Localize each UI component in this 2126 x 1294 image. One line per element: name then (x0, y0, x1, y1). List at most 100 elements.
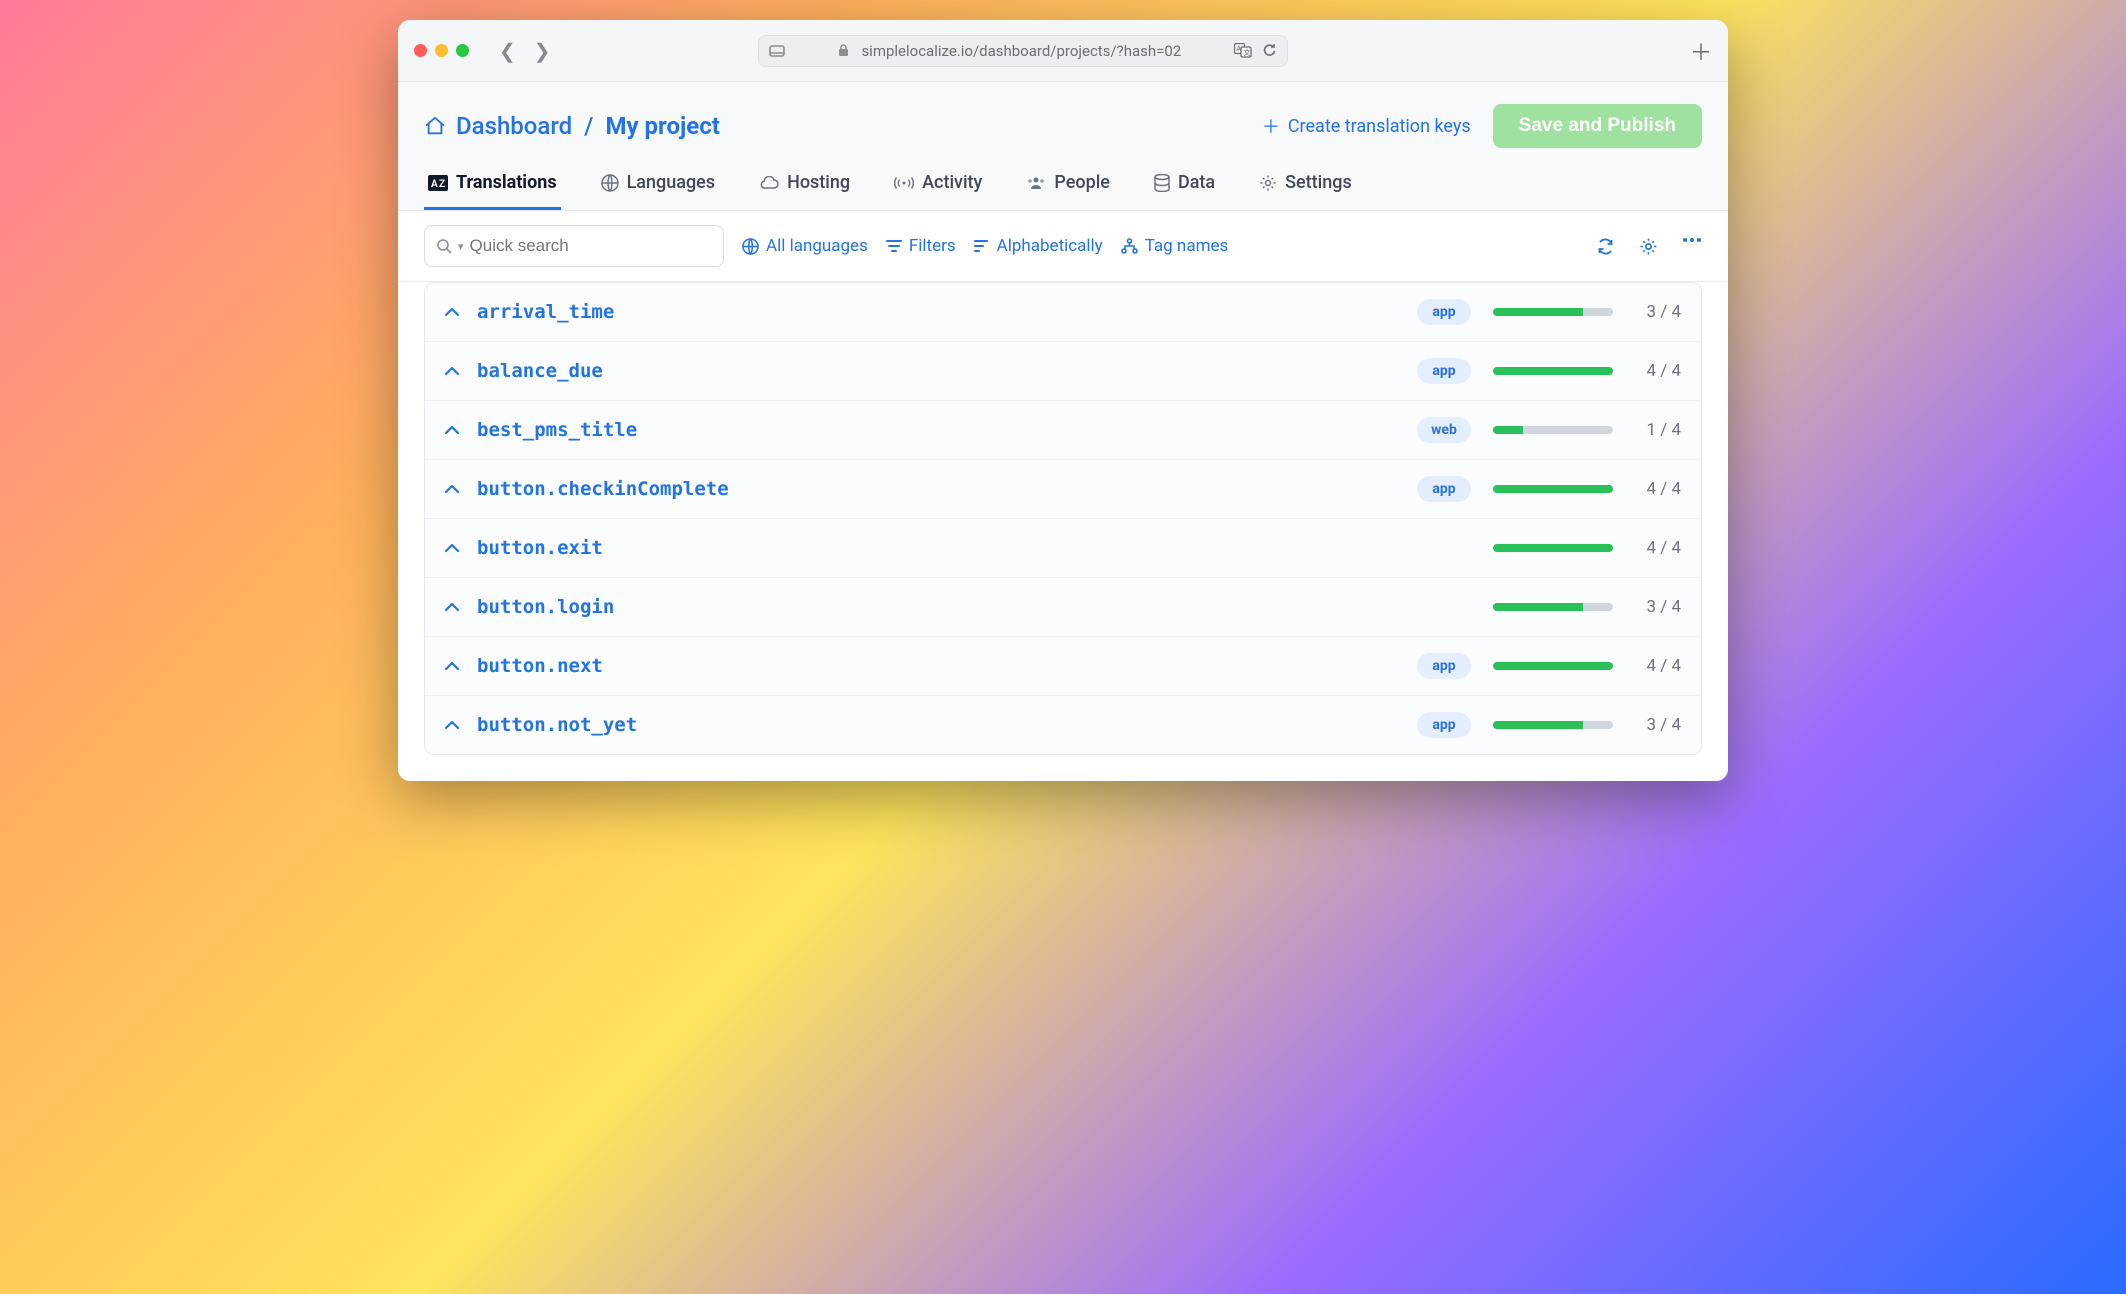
filter-all-languages[interactable]: All languages (742, 236, 868, 256)
tab-settings[interactable]: Settings (1255, 162, 1356, 210)
create-keys-link[interactable]: ＋ Create translation keys (1262, 113, 1471, 139)
browser-chrome: ❮ ❯ simplelocalize.io/dashboard/projects… (398, 20, 1728, 82)
tab-translations[interactable]: AZ Translations (424, 162, 561, 210)
translations-icon: AZ (428, 175, 448, 191)
key-row[interactable]: arrival_timeapp3 / 4 (425, 283, 1701, 342)
nav-arrows: ❮ ❯ (499, 39, 551, 63)
key-row[interactable]: button.exitx4 / 4 (425, 519, 1701, 578)
tag-chip[interactable]: app (1417, 653, 1471, 679)
tag-names-label: Tag names (1145, 236, 1229, 256)
nav-tabs: AZ Translations Languages Hosting Activi… (398, 162, 1728, 211)
key-name: button.exit (477, 537, 603, 559)
quick-search[interactable]: ▾ (424, 225, 724, 267)
chevron-up-icon[interactable] (445, 484, 459, 494)
refresh-icon[interactable] (1596, 237, 1615, 256)
key-row[interactable]: button.next app 4 / 4 (425, 637, 1701, 696)
tab-label: Settings (1285, 172, 1352, 193)
reload-icon[interactable] (1262, 43, 1277, 58)
key-name: button.checkinComplete (477, 478, 729, 500)
key-row-left: button.checkinComplete (445, 478, 729, 500)
chevron-down-icon: ▾ (458, 240, 464, 253)
tab-hosting[interactable]: Hosting (755, 162, 854, 210)
chevron-up-icon[interactable] (445, 366, 459, 376)
window-close-icon[interactable] (414, 44, 427, 57)
tag-chip[interactable]: app (1417, 712, 1471, 738)
tag-chip[interactable]: app (1417, 476, 1471, 502)
key-row[interactable]: best_pms_title web1 / 4 (425, 401, 1701, 460)
create-keys-label: Create translation keys (1288, 116, 1471, 137)
progress-bar (1493, 308, 1613, 316)
people-icon (1026, 176, 1046, 190)
app-window: ❮ ❯ simplelocalize.io/dashboard/projects… (398, 20, 1728, 781)
chevron-up-icon[interactable] (445, 720, 459, 730)
tab-label: Languages (627, 172, 715, 193)
toolbar-right (1596, 237, 1702, 256)
tag-chip[interactable]: app (1417, 299, 1471, 325)
address-url: simplelocalize.io/dashboard/projects/?ha… (861, 42, 1181, 60)
progress-bar (1493, 603, 1613, 611)
progress-bar (1493, 544, 1613, 552)
more-icon[interactable] (1682, 237, 1702, 256)
tab-data[interactable]: Data (1150, 162, 1219, 210)
filters-button[interactable]: Filters (886, 236, 956, 256)
home-icon[interactable] (424, 115, 446, 137)
key-row-right: app 4 / 4 (1417, 653, 1681, 679)
save-publish-button[interactable]: Save and Publish (1493, 104, 1702, 148)
chevron-up-icon[interactable] (445, 602, 459, 612)
key-row-right: app3 / 4 (1417, 712, 1681, 738)
globe-icon (742, 238, 759, 255)
key-row-right: web1 / 4 (1417, 417, 1681, 443)
tab-label: Data (1178, 172, 1215, 193)
chevron-up-icon[interactable] (445, 307, 459, 317)
chevron-up-icon[interactable] (445, 543, 459, 553)
key-name: button.login (477, 596, 614, 618)
tab-activity[interactable]: Activity (890, 162, 986, 210)
tag-chip[interactable]: app (1417, 358, 1471, 384)
key-row-right: app 4 / 4 (1417, 476, 1681, 502)
address-bar[interactable]: simplelocalize.io/dashboard/projects/?ha… (758, 35, 1288, 67)
key-row-left: best_pms_title (445, 419, 637, 441)
key-row[interactable]: balance_dueapp4 / 4 (425, 342, 1701, 401)
progress-ratio: 4 / 4 (1635, 538, 1681, 558)
key-row[interactable]: button.login x3 / 4 (425, 578, 1701, 637)
window-minimize-icon[interactable] (435, 44, 448, 57)
list-toolbar: ▾ All languages Filters Alphabetically (398, 211, 1728, 282)
key-row-right: x3 / 4 (1417, 594, 1681, 620)
database-icon (1154, 174, 1170, 192)
translate-icon[interactable]: A文 (1234, 43, 1252, 58)
tab-languages[interactable]: Languages (597, 162, 719, 210)
progress-bar (1493, 662, 1613, 670)
breadcrumb-root[interactable]: Dashboard (456, 112, 572, 140)
new-tab-icon[interactable]: ＋ (1690, 35, 1712, 67)
progress-ratio: 4 / 4 (1635, 656, 1681, 676)
page-header: Dashboard / My project ＋ Create translat… (398, 82, 1728, 162)
nav-back-icon[interactable]: ❮ (499, 39, 516, 63)
filter-label: All languages (766, 236, 868, 256)
chevron-up-icon[interactable] (445, 425, 459, 435)
filter-icon (886, 239, 902, 253)
search-input[interactable] (470, 236, 711, 256)
sort-button[interactable]: Alphabetically (974, 236, 1103, 256)
window-maximize-icon[interactable] (456, 44, 469, 57)
tab-label: Translations (456, 172, 557, 193)
search-icon (437, 239, 452, 254)
sort-label: Alphabetically (997, 236, 1103, 256)
tag-names-button[interactable]: Tag names (1121, 236, 1229, 256)
key-name: button.next (477, 655, 603, 677)
tag-chip[interactable]: web (1417, 417, 1471, 443)
tab-label: People (1054, 172, 1110, 193)
breadcrumb-current[interactable]: My project (606, 112, 720, 140)
chevron-up-icon[interactable] (445, 661, 459, 671)
settings-icon[interactable] (1639, 237, 1658, 256)
progress-ratio: 4 / 4 (1635, 479, 1681, 499)
activity-icon (894, 176, 914, 190)
key-row-left: button.login (445, 596, 614, 618)
svg-text:文: 文 (1244, 48, 1251, 57)
key-row[interactable]: button.not_yetapp3 / 4 (425, 696, 1701, 754)
key-row[interactable]: button.checkinComplete app 4 / 4 (425, 460, 1701, 519)
sidebar-toggle-icon[interactable] (769, 45, 785, 57)
progress-bar (1493, 426, 1613, 434)
tab-people[interactable]: People (1022, 162, 1114, 210)
nav-forward-icon[interactable]: ❯ (534, 39, 551, 63)
header-actions: ＋ Create translation keys Save and Publi… (1262, 104, 1702, 148)
